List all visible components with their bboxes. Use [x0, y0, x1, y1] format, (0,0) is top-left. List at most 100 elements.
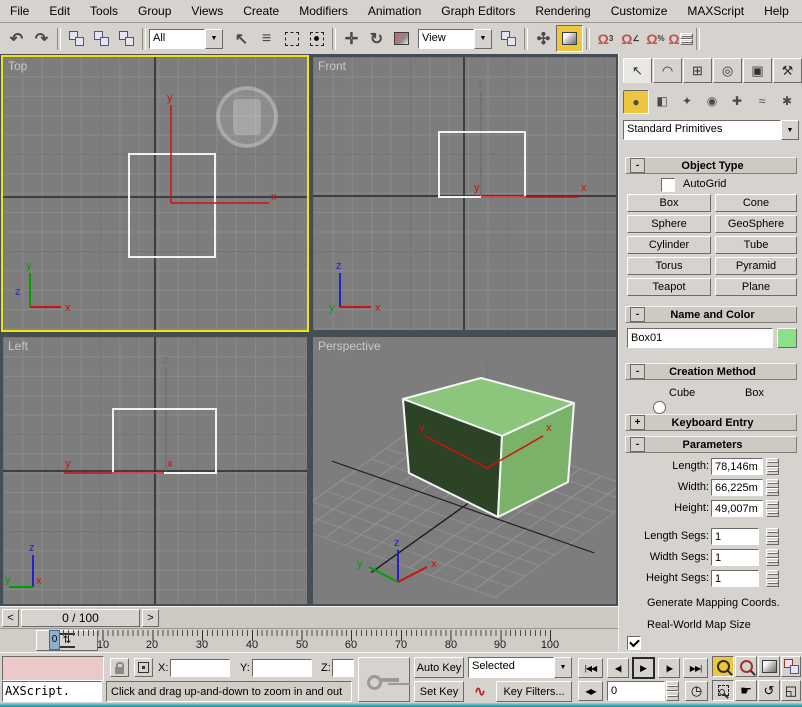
select-scale-icon[interactable]	[389, 26, 414, 51]
set-key-button[interactable]: Set Key	[414, 681, 464, 702]
height-field[interactable]	[711, 500, 763, 517]
tab-utilities-icon[interactable]: ⚒	[773, 58, 802, 83]
menu-file[interactable]: File	[0, 1, 39, 22]
category-systems-icon[interactable]: ✱	[775, 90, 799, 112]
current-frame-field[interactable]	[607, 681, 665, 701]
angle-snap-icon[interactable]: Ω∠	[618, 26, 643, 51]
rollout-name-and-color[interactable]: - Name and Color	[625, 306, 797, 323]
set-keys-button[interactable]	[358, 657, 410, 702]
length-segs-field[interactable]	[711, 528, 759, 545]
rollout-parameters[interactable]: - Parameters	[625, 436, 797, 453]
keyboard-shortcut-override-icon[interactable]	[556, 25, 583, 52]
time-position-marker[interactable]: 0	[49, 630, 60, 650]
time-slider-next-arrow[interactable]: >	[142, 609, 159, 627]
undo-icon[interactable]: ↶	[4, 26, 29, 51]
viewport-left[interactable]: Left z y x z y x	[3, 337, 307, 604]
tab-modify-icon[interactable]: ◠	[653, 58, 682, 83]
y-coord-field[interactable]	[252, 659, 312, 677]
object-button-torus[interactable]: Torus	[627, 257, 711, 275]
menu-views[interactable]: Views	[181, 1, 233, 22]
category-geometry-icon[interactable]: ●	[623, 90, 649, 114]
maxscript-macro-recorder-pane[interactable]	[2, 656, 104, 681]
zoom-extents-all-button[interactable]	[781, 656, 801, 677]
rollout-keyboard-entry[interactable]: + Keyboard Entry	[625, 414, 797, 431]
menu-edit[interactable]: Edit	[39, 1, 80, 22]
play-button[interactable]: ▶	[632, 657, 655, 679]
primitive-category-dropdown[interactable]: Standard Primitives ▼	[623, 120, 799, 140]
height-spinner[interactable]	[766, 500, 779, 517]
zoom-button[interactable]	[712, 656, 734, 677]
select-manipulate-icon[interactable]: ✣	[531, 26, 556, 51]
height-segs-field[interactable]	[711, 570, 759, 587]
redo-icon[interactable]: ↷	[29, 26, 54, 51]
use-pivot-center-icon[interactable]	[496, 26, 521, 51]
track-bar[interactable]: ⇅ 0 10 20 30 40 50 60 70 80 90 100	[0, 628, 618, 653]
snaps-toggle-3d-icon[interactable]: Ω3	[593, 26, 618, 51]
maxscript-mini-listener[interactable]: AXScript.	[2, 681, 102, 702]
x-coord-field[interactable]	[170, 659, 230, 677]
key-filters-button[interactable]: Key Filters...	[496, 681, 572, 702]
height-segs-spinner[interactable]	[766, 570, 779, 587]
object-button-sphere[interactable]: Sphere	[627, 215, 711, 233]
unlink-icon[interactable]	[89, 26, 114, 51]
select-move-icon[interactable]: ✛	[339, 26, 364, 51]
creation-method-cube-radio[interactable]	[653, 401, 666, 414]
tab-create-icon[interactable]: ↖	[623, 58, 652, 83]
rollout-creation-method[interactable]: - Creation Method	[625, 363, 797, 380]
object-button-cone[interactable]: Cone	[715, 194, 797, 212]
box-mesh[interactable]	[403, 378, 574, 517]
z-coord-field[interactable]	[332, 659, 354, 677]
category-shapes-icon[interactable]: ◧	[650, 90, 674, 112]
category-lights-icon[interactable]: ✦	[675, 90, 699, 112]
tab-hierarchy-icon[interactable]: ⊞	[683, 58, 712, 83]
next-frame-button[interactable]: |▶	[658, 658, 680, 678]
bind-spacewarp-icon[interactable]	[114, 26, 139, 51]
menu-rendering[interactable]: Rendering	[525, 1, 600, 22]
collapse-icon[interactable]: -	[630, 158, 645, 173]
length-segs-spinner[interactable]	[766, 528, 779, 545]
select-by-name-icon[interactable]: ≡	[254, 26, 279, 51]
category-spacewarps-icon[interactable]: ≈	[750, 90, 774, 112]
select-object-icon[interactable]: ↖	[229, 26, 254, 51]
zoom-extents-button[interactable]	[758, 656, 780, 677]
percent-snap-icon[interactable]: Ω%	[643, 26, 668, 51]
default-in-out-tangents-icon[interactable]: ∿	[468, 681, 492, 702]
autogrid-checkbox[interactable]	[661, 178, 675, 192]
generate-mapping-coords-checkbox[interactable]	[627, 636, 641, 650]
spinner-snap-icon[interactable]: Ω	[668, 26, 693, 51]
reference-coordinate-dropdown[interactable]: View ▼	[418, 29, 492, 49]
menu-graph-editors[interactable]: Graph Editors	[431, 1, 525, 22]
select-rotate-icon[interactable]: ↻	[364, 26, 389, 51]
selection-lock-toggle[interactable]	[110, 658, 129, 677]
width-segs-spinner[interactable]	[766, 549, 779, 566]
viewport-top[interactable]: Top y x y z x	[3, 57, 307, 330]
viewport-front[interactable]: Front z y x z y x	[313, 57, 616, 330]
auto-key-button[interactable]: Auto Key	[414, 657, 464, 678]
menu-group[interactable]: Group	[128, 1, 181, 22]
object-button-tube[interactable]: Tube	[715, 236, 797, 254]
menu-create[interactable]: Create	[233, 1, 289, 22]
previous-frame-button[interactable]: ◀|	[607, 658, 629, 678]
dropdown-arrow-icon[interactable]: ▼	[205, 29, 223, 49]
category-helpers-icon[interactable]: ✚	[725, 90, 749, 112]
viewport-label[interactable]: Left	[8, 339, 28, 353]
length-field[interactable]	[711, 458, 763, 475]
go-to-end-button[interactable]: ▶▶|	[683, 658, 708, 678]
object-button-teapot[interactable]: Teapot	[627, 278, 711, 296]
zoom-all-button[interactable]	[735, 656, 757, 677]
time-slider-handle[interactable]: 0 / 100	[21, 609, 140, 627]
rectangular-selection-region-icon[interactable]	[279, 26, 304, 51]
object-button-geosphere[interactable]: GeoSphere	[715, 215, 797, 233]
width-field[interactable]	[711, 479, 763, 496]
dropdown-arrow-icon[interactable]: ▼	[554, 657, 572, 678]
select-link-icon[interactable]	[64, 26, 89, 51]
pan-button[interactable]: ☛	[735, 680, 757, 701]
tab-motion-icon[interactable]: ◎	[713, 58, 742, 83]
menu-maxscript[interactable]: MAXScript	[677, 1, 754, 22]
width-segs-field[interactable]	[711, 549, 759, 566]
object-name-field[interactable]	[627, 328, 773, 348]
menu-customize[interactable]: Customize	[601, 1, 678, 22]
menu-animation[interactable]: Animation	[358, 1, 431, 22]
menu-help[interactable]: Help	[754, 1, 799, 22]
menu-tools[interactable]: Tools	[80, 1, 128, 22]
